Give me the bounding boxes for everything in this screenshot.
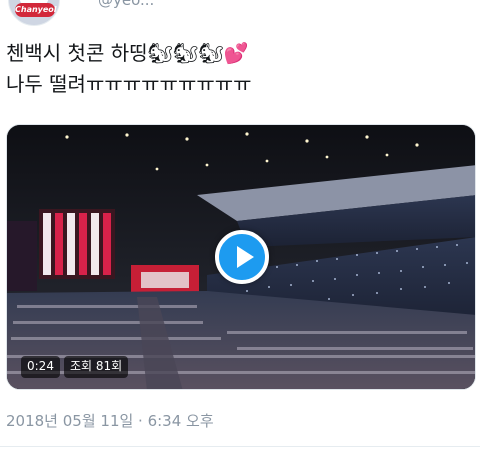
avatar[interactable]: Chanyeol [8, 0, 60, 26]
play-button[interactable] [215, 230, 269, 284]
user-handle[interactable]: @yeo... [98, 0, 154, 9]
avatar-badge: Chanyeol [15, 3, 57, 17]
view-count: 조회 81회 [63, 356, 129, 378]
divider [0, 446, 480, 447]
video-badges: 0:24 조회 81회 [21, 356, 129, 378]
video-player[interactable]: 0:24 조회 81회 [6, 124, 476, 390]
tweet-text: 첸백시 첫콘 하띵🐿🐿🐿💕 나두 떨려ㅠㅠㅠㅠㅠㅠㅠㅠㅠ [6, 41, 252, 96]
tweet-header: Chanyeol @yeo... [0, 0, 480, 28]
video-duration: 0:24 [21, 356, 60, 378]
tweet-timestamp[interactable]: 2018년 05월 11일 · 6:34 오후 [6, 410, 214, 431]
play-icon [237, 246, 254, 268]
